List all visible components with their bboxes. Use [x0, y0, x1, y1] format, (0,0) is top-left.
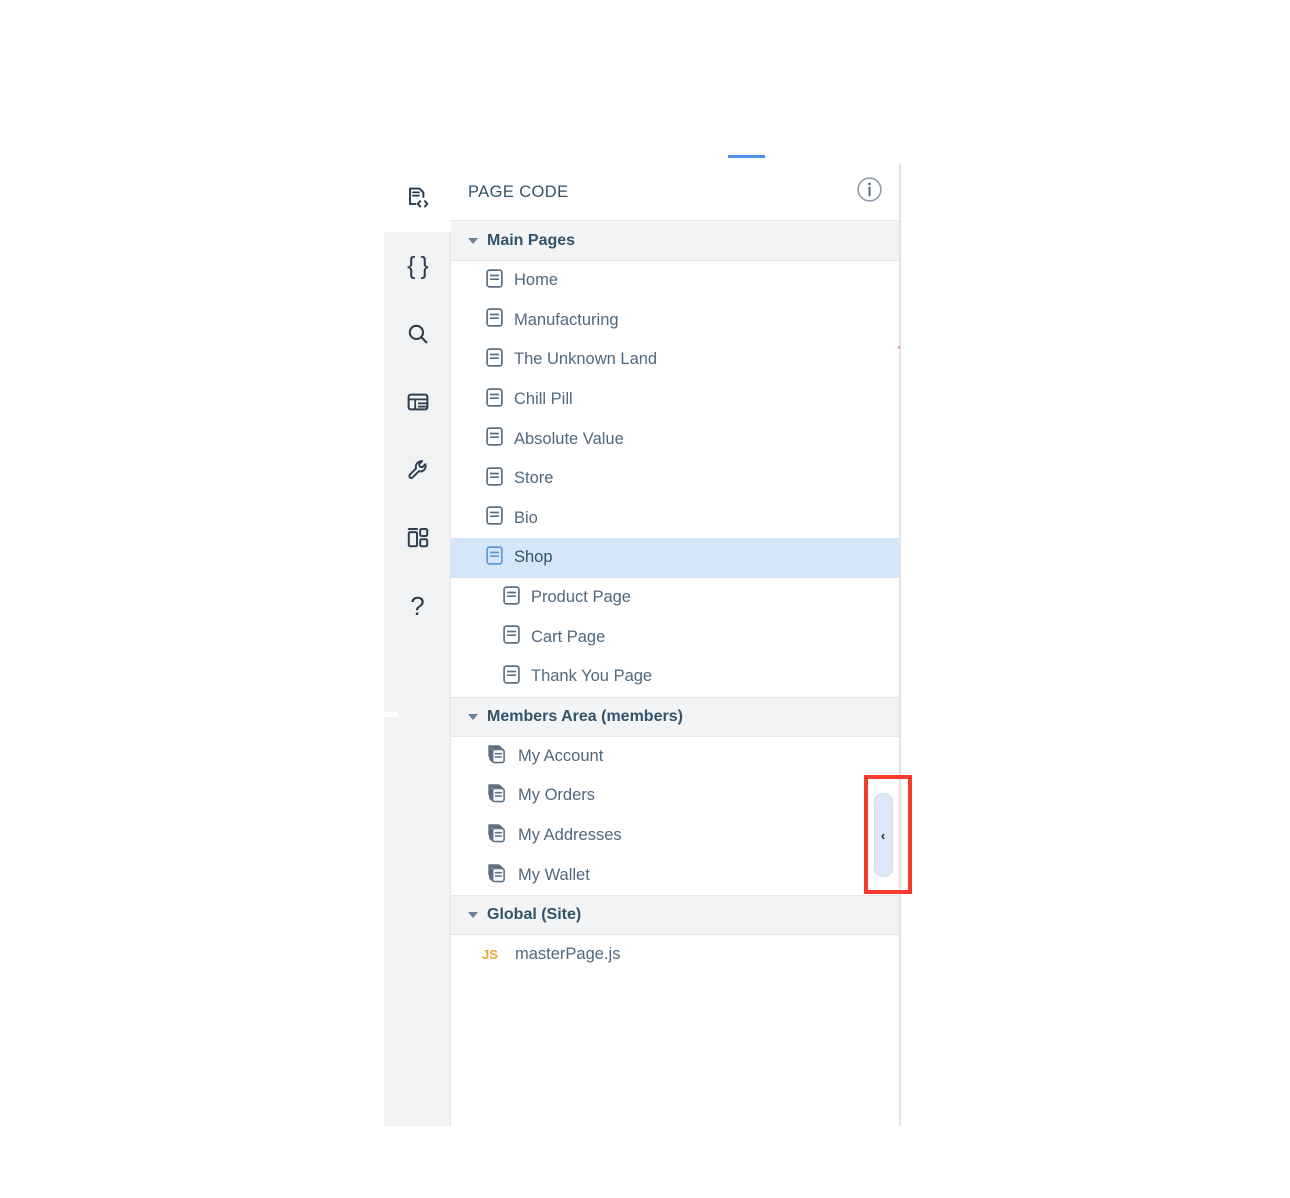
stacked-pages-icon [486, 863, 507, 888]
wrench-icon [406, 458, 430, 482]
chevron-down-icon [468, 237, 478, 244]
stacked-pages-icon [486, 783, 507, 808]
tree-item-label: Absolute Value [514, 429, 624, 448]
tree-item-label: Bio [514, 508, 538, 527]
panel-content: PAGE CODE Main Pages Home Manufacturing The… [451, 164, 901, 1126]
tree-item-label: My Orders [518, 786, 596, 805]
rail-item-wrench[interactable] [384, 436, 451, 504]
tree-item-label: My Wallet [518, 865, 590, 884]
chevron-down-icon [468, 911, 478, 918]
tree-item-absolute-value[interactable]: Absolute Value [451, 419, 900, 459]
tree-item-label: Shop [514, 548, 553, 567]
tree-item-product-page[interactable]: Product Page [451, 578, 900, 618]
tree-item-my-wallet[interactable]: My Wallet [451, 855, 900, 895]
info-circle-icon[interactable] [856, 176, 883, 208]
page-code-panel: { } ? PAGE CODE Main Pages Home Manufact… [384, 155, 912, 1126]
tree-item-label: Product Page [531, 588, 631, 607]
tree-item-chill-pill[interactable]: Chill Pill [451, 380, 900, 420]
rail-item-curly-braces[interactable]: { } [384, 232, 451, 300]
chevron-down-icon [468, 713, 478, 720]
stacked-pages-icon [486, 823, 507, 848]
tree-item-label: The Unknown Land [514, 350, 658, 369]
tree-item-my-account[interactable]: My Account [451, 737, 900, 777]
tree-item-cart-page[interactable]: Cart Page [451, 617, 900, 657]
page-icon [503, 625, 520, 649]
page-icon [503, 664, 520, 689]
panel-header: PAGE CODE [451, 164, 900, 221]
page-icon [486, 427, 503, 451]
page-icon [486, 506, 503, 530]
tree-item-manufacturing[interactable]: Manufacturing [451, 301, 900, 341]
tree-item-label: Thank You Page [531, 667, 653, 686]
rail-item-search[interactable] [384, 300, 451, 368]
tree-section-label: Global (Site) [487, 905, 582, 923]
tree-item-label: Store [514, 469, 554, 488]
tree-item-store[interactable]: Store [451, 459, 900, 499]
panel-body: { } ? PAGE CODE Main Pages Home Manufact… [384, 164, 912, 1126]
icon-rail: { } ? [384, 164, 451, 1126]
page-icon [486, 387, 503, 412]
tree-item-label: My Account [518, 746, 604, 765]
tree-item-label: Home [514, 271, 559, 290]
tree-item-label: Cart Page [531, 627, 606, 646]
page-icon [486, 308, 503, 332]
page-code-icon [405, 185, 431, 211]
stray-marker [898, 346, 900, 349]
search-icon [406, 322, 430, 346]
page-icon [486, 269, 503, 293]
tree-section-header[interactable]: Main Pages [451, 221, 900, 261]
page-title: PAGE CODE [468, 182, 569, 201]
rail-item-widgets[interactable] [384, 504, 451, 572]
tree-item-label: Manufacturing [514, 310, 619, 329]
page-icon [486, 348, 503, 372]
active-tab-indicator [728, 155, 765, 158]
tree-section-header[interactable]: Members Area (members) [451, 696, 900, 737]
tree-section-header[interactable]: Global (Site) [451, 894, 900, 935]
page-tree: Main Pages Home Manufacturing The Unknown L… [451, 221, 900, 975]
tree-section-label: Main Pages [487, 231, 576, 249]
tree-item-label: masterPage.js [515, 945, 621, 964]
collapse-panel-button[interactable]: ‹ [874, 793, 893, 877]
panel-right-divider [899, 164, 900, 1126]
widgets-icon [406, 526, 430, 550]
rail-notch [384, 712, 398, 717]
page-icon [486, 467, 503, 491]
tree-item-label: Chill Pill [514, 390, 573, 409]
help-icon: ? [410, 590, 425, 621]
tree-item-label: My Addresses [518, 826, 622, 845]
tree-item-thank-you-page[interactable]: Thank You Page [451, 657, 900, 697]
tree-item-my-orders[interactable]: My Orders [451, 776, 900, 816]
database-icon [406, 390, 430, 414]
tree-item-home[interactable]: Home [451, 261, 900, 301]
curly-braces-icon: { } [407, 251, 429, 280]
page-icon [486, 546, 503, 570]
tree-item-masterpage-js[interactable]: JS masterPage.js [451, 935, 900, 975]
chevron-left-icon: ‹ [880, 827, 886, 843]
tree-item-bio[interactable]: Bio [451, 499, 900, 539]
js-file-icon: JS [482, 947, 498, 963]
tree-section-label: Members Area (members) [487, 707, 683, 725]
rail-item-page-code[interactable] [384, 164, 451, 232]
tree-item-my-addresses[interactable]: My Addresses [451, 816, 900, 856]
tree-item-the-unknown-land[interactable]: The Unknown Land [451, 340, 900, 380]
rail-item-database[interactable] [384, 368, 451, 436]
tree-item-shop[interactable]: Shop [451, 538, 900, 578]
stacked-pages-icon [486, 744, 507, 769]
page-icon [503, 585, 520, 610]
rail-item-help[interactable]: ? [384, 572, 451, 640]
